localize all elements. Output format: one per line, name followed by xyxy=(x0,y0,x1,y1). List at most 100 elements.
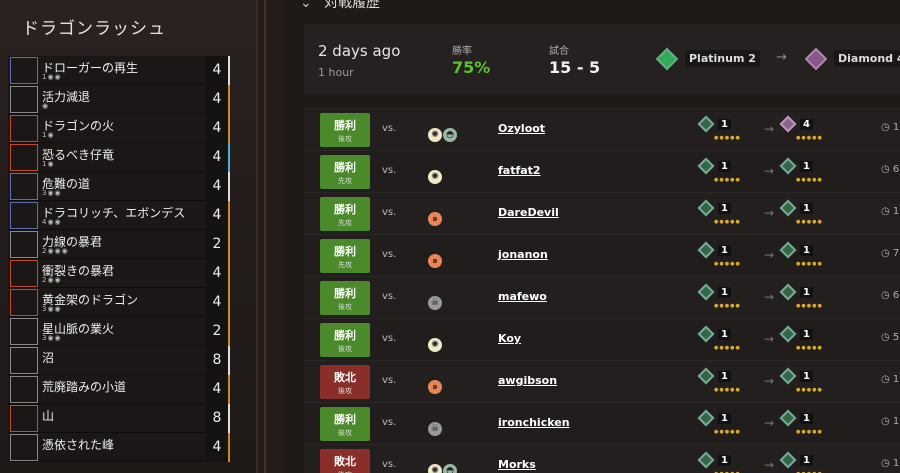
rank-progress-dots: ●●●●● xyxy=(714,177,741,183)
card-row[interactable]: 恐るべき仔竜 1◉ 4 xyxy=(8,143,230,172)
vs-label: vs. xyxy=(382,123,397,134)
card-name: ドラコリッチ、エボンデス xyxy=(42,206,186,220)
turn-order: 後攻 xyxy=(338,303,352,311)
card-row[interactable]: 活力減退 ◉ 4 xyxy=(8,85,230,114)
match-row[interactable]: 敗北後攻 vs. ✺◓ Morks 1●●●●● → 1●●●●● ◷ 1 xyxy=(304,444,900,473)
opponent-colors: ✺ ◓ xyxy=(428,458,458,473)
platinum-rank-icon xyxy=(779,451,797,469)
match-row[interactable]: 勝利 後攻 vs. ✺ ◓ Ozyloot 1 ●●●●● → 4 ●●●●● ◷ 1 xyxy=(304,108,900,150)
result-badge: 勝利 後攻 xyxy=(320,113,370,147)
card-art-image xyxy=(10,231,38,258)
opponent-name-link[interactable]: ironchicken xyxy=(498,416,570,429)
rank-after: 1●●●●● xyxy=(779,325,822,351)
session-summary: 2 days ago 1 hour 勝率 75% 試合 15 - 5 Plati… xyxy=(304,24,900,94)
rank-before-tier: 1 xyxy=(718,454,731,466)
opponent-name-link[interactable]: Ozyloot xyxy=(498,122,545,135)
match-list: 勝利 後攻 vs. ✺ ◓ Ozyloot 1 ●●●●● → 4 ●●●●● ◷ 1 勝利 先攻 vs. ✺… xyxy=(304,108,900,473)
opponent-name-link[interactable]: jonanon xyxy=(498,248,548,261)
card-count: 8 xyxy=(206,346,230,375)
turn-order: 後攻 xyxy=(338,135,352,143)
rank-before: 1 ●●●●● xyxy=(697,283,740,309)
match-row[interactable]: 勝利 後攻 vs. ☠ mafewo 1 ●●●●● → 1 ●●●●● ◷ 6 xyxy=(304,276,900,318)
platinum-rank-icon xyxy=(779,283,797,301)
card-row[interactable]: ドラゴンの火 1◉ 4 xyxy=(8,114,230,143)
mana-w-icon: ✺ xyxy=(428,464,442,473)
result-label: 勝利 xyxy=(334,119,356,132)
match-duration: 1 xyxy=(892,458,900,469)
match-history-panel: ⌄ 対戦履歴 2 days ago 1 hour 勝率 75% 試合 15 - … xyxy=(284,0,900,473)
mana-r-icon: ๑ xyxy=(428,254,442,268)
card-row[interactable]: 沼8 xyxy=(8,346,230,375)
opponent-name-link[interactable]: awgibson xyxy=(498,374,557,387)
platinum-rank-icon xyxy=(697,451,715,469)
match-row[interactable]: 勝利 後攻 vs. ☠ ironchicken 1 ●●●●● → 1 ●●●●● ◷ 1 xyxy=(304,402,900,444)
match-row[interactable]: 勝利 先攻 vs. ๑ jonanon 1 ●●●●● → 1 ●●●●● ◷ 7 xyxy=(304,234,900,276)
result-label: 勝利 xyxy=(334,161,356,174)
match-row[interactable]: 勝利 後攻 vs. ✺ Koy 1 ●●●●● → 1 ●●●●● ◷ 5 xyxy=(304,318,900,360)
card-row[interactable]: 星山脈の業火 3◉◉ 2 xyxy=(8,317,230,346)
match-row[interactable]: 勝利 先攻 vs. ๑ DareDevil 1 ●●●●● → 1 ●●●●● ◷ 1 xyxy=(304,192,900,234)
platinum-rank-icon xyxy=(779,367,797,385)
opponent-name-link[interactable]: Morks xyxy=(498,458,536,471)
rank-before: 1 ●●●●● xyxy=(697,199,740,225)
platinum-rank-icon xyxy=(779,409,797,427)
turn-order: 後攻 xyxy=(338,387,352,395)
opponent-name-link[interactable]: DareDevil xyxy=(498,206,559,219)
match-duration: 6 xyxy=(892,290,900,301)
arrow-right-icon: → xyxy=(764,290,775,304)
rank-after-tier: 1 xyxy=(800,454,813,466)
card-row[interactable]: ドローガーの再生 1◉◉ 4 xyxy=(8,56,230,85)
card-row[interactable]: 山8 xyxy=(8,404,230,433)
rank-after-tier: 1 xyxy=(800,160,813,172)
card-mana-cost: 1◉ xyxy=(42,160,55,168)
card-row[interactable]: ドラコリッチ、エボンデス 4◉◉ 4 xyxy=(8,201,230,230)
clock-icon: ◷ 7 xyxy=(881,248,900,259)
vs-label: vs. xyxy=(382,417,397,428)
turn-order: 後攻 xyxy=(338,429,352,437)
card-row[interactable]: 憑依された峰 4 xyxy=(8,433,230,462)
card-mana-cost: 4◉◉ xyxy=(42,218,62,226)
card-count: 4 xyxy=(206,375,230,404)
card-count: 4 xyxy=(206,288,230,317)
match-row[interactable]: 敗北 後攻 vs. ๑ awgibson 1 ●●●●● → 1 ●●●●● ◷ 1 xyxy=(304,360,900,402)
rank-before-tier: 1 xyxy=(718,412,731,424)
card-row[interactable]: 荒廃踏みの小道 4 xyxy=(8,375,230,404)
opponent-colors: ✺ ◓ xyxy=(428,122,458,142)
card-row[interactable]: 黄金架のドラゴン 3◉◉ 4 xyxy=(8,288,230,317)
rank-after: 1●●●●● xyxy=(779,451,822,473)
match-row[interactable]: 勝利 先攻 vs. ✺ fatfat2 1 ●●●●● → 1 ●●●●● ◷ 6 xyxy=(304,150,900,192)
rank-before-tier: 1 xyxy=(718,328,731,340)
card-mana-cost: 1◉◉ xyxy=(42,73,62,81)
card-row[interactable]: 力線の暴君 2◉◉◉ 2 xyxy=(8,230,230,259)
rank-progress-dots: ●●●●● xyxy=(796,387,823,393)
platinum-rank-icon xyxy=(697,367,715,385)
card-art-image xyxy=(10,144,38,171)
result-badge: 勝利 先攻 xyxy=(320,155,370,189)
card-mana-cost: 2◉◉◉ xyxy=(42,247,69,255)
mana-g-icon: ◓ xyxy=(443,464,457,473)
opponent-name-link[interactable]: Koy xyxy=(498,332,521,345)
opponent-name-link[interactable]: fatfat2 xyxy=(498,164,541,177)
card-count: 8 xyxy=(206,404,230,433)
rank-before-tier: 1 xyxy=(718,160,731,172)
diamond-rank-icon xyxy=(779,115,797,133)
opponent-name-link[interactable]: mafewo xyxy=(498,290,547,303)
history-header[interactable]: ⌄ 対戦履歴 xyxy=(300,0,380,12)
card-row[interactable]: 危難の道 3◉◉ 4 xyxy=(8,172,230,201)
result-badge: 敗北後攻 xyxy=(320,365,370,399)
rank-from: Platinum 2 xyxy=(655,47,760,71)
opponent-colors: ๑ xyxy=(428,374,443,394)
card-row[interactable]: 衝裂きの暴君 2◉◉ 4 xyxy=(8,259,230,288)
card-list: ドローガーの再生 1◉◉ 4 活力減退 ◉ 4 ドラゴンの火 1◉ 4 恐るべき仔竜 1◉ 4 危難の道… xyxy=(8,56,230,462)
result-badge: 勝利 先攻 xyxy=(320,239,370,273)
platinum-rank-icon xyxy=(697,115,715,133)
result-label: 敗北 xyxy=(334,455,356,468)
result-badge: 勝利 後攻 xyxy=(320,281,370,315)
mana-r-icon: ๑ xyxy=(428,212,442,226)
card-art-image xyxy=(10,289,38,316)
card-count: 2 xyxy=(206,317,230,346)
match-duration: 6 xyxy=(892,164,900,175)
arrow-right-icon: → xyxy=(764,122,775,136)
result-label: 勝利 xyxy=(334,413,356,426)
panel-divider-line xyxy=(264,0,266,473)
